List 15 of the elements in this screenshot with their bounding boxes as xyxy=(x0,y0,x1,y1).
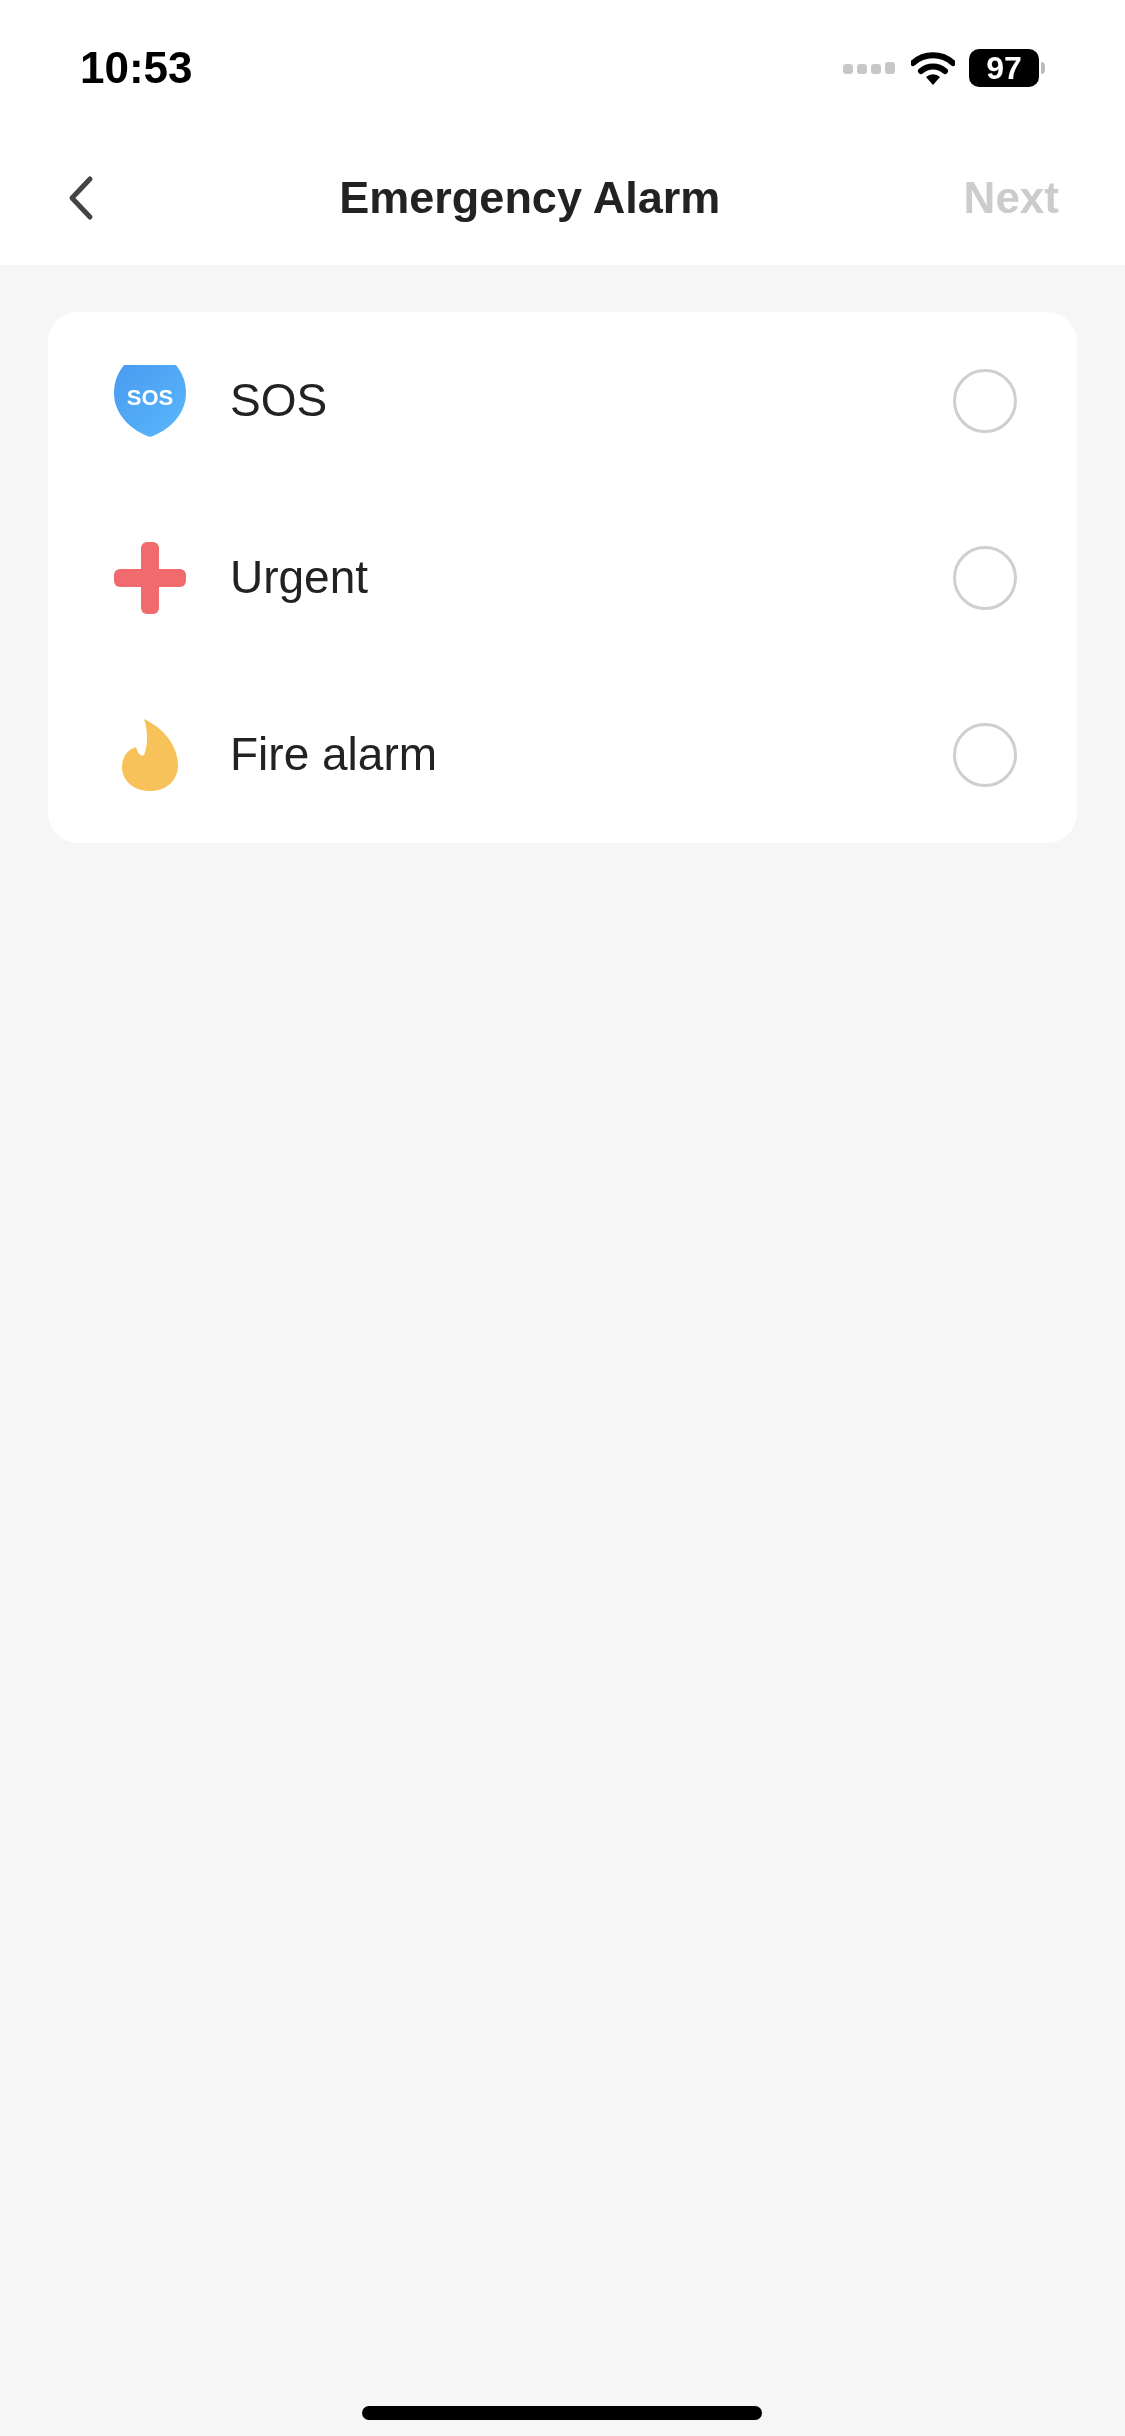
radio-button[interactable] xyxy=(953,722,1017,787)
wifi-icon xyxy=(911,51,955,85)
shield-icon xyxy=(114,364,186,437)
status-time: 10:53 xyxy=(80,42,193,94)
page-title: Emergency Alarm xyxy=(339,170,721,225)
icon-label: SOS xyxy=(126,386,174,409)
radio-button[interactable] xyxy=(953,545,1017,610)
cross-icon xyxy=(114,541,186,614)
radio-button[interactable] xyxy=(953,368,1017,433)
battery-level: 97 xyxy=(969,49,1039,87)
option-label: SOS xyxy=(230,373,329,428)
option-label: Urgent xyxy=(230,550,370,605)
option-label: Fire alarm xyxy=(230,727,439,782)
flame-icon xyxy=(122,718,178,791)
signal-icon xyxy=(843,61,897,75)
